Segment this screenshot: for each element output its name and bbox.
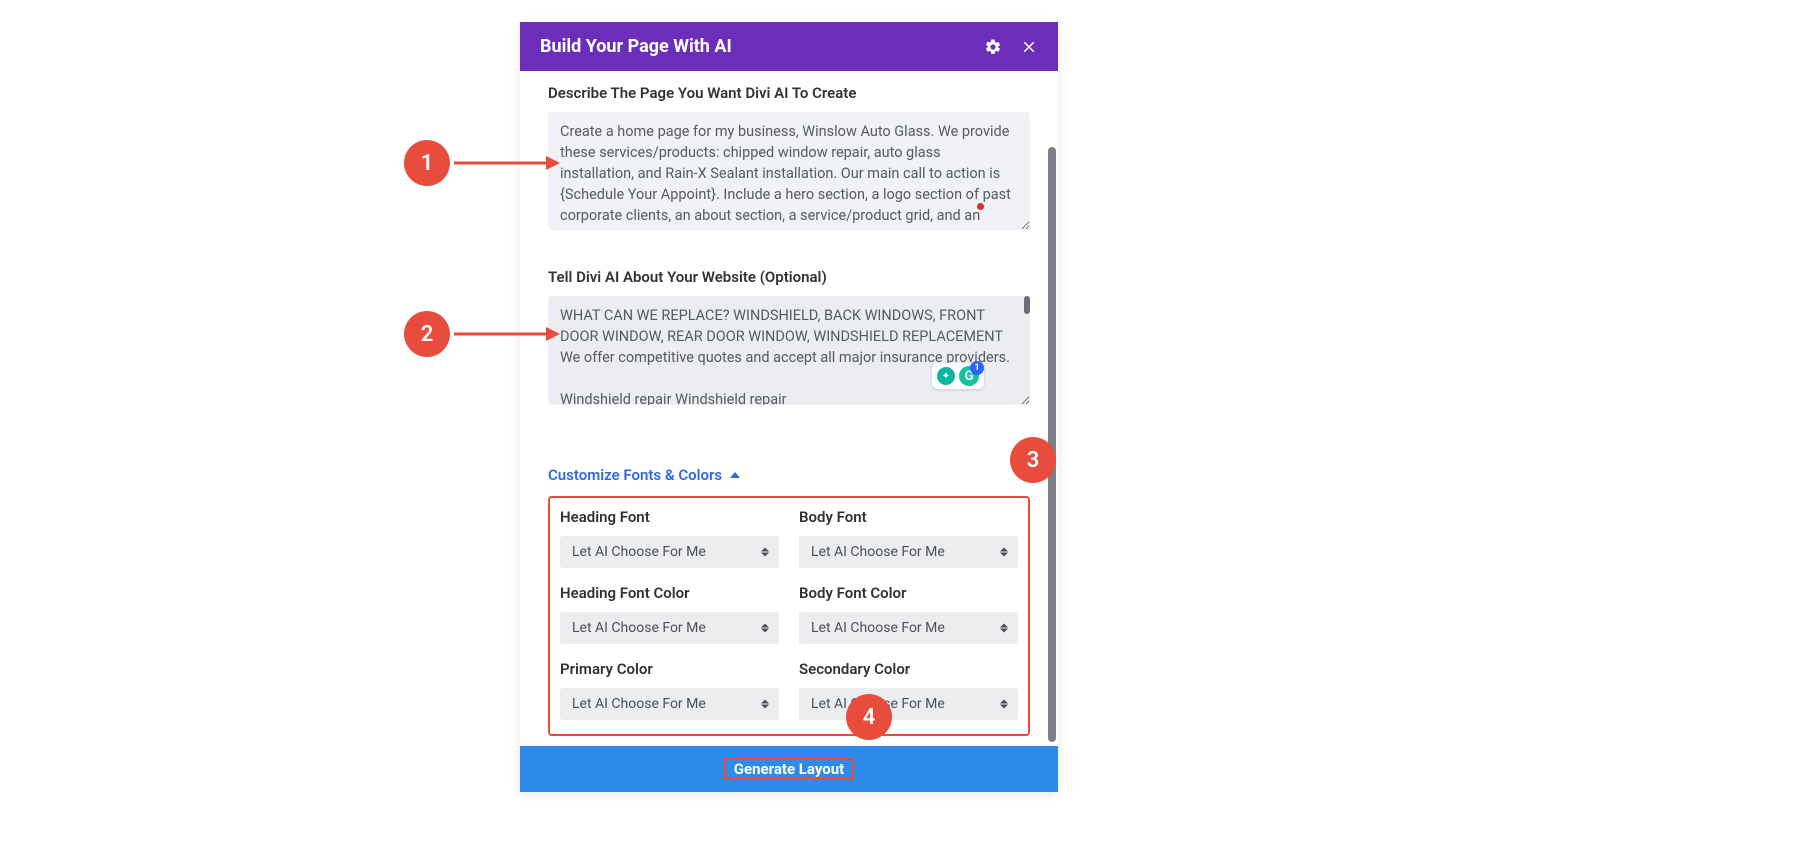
customize-label: Customize Fonts & Colors — [548, 466, 722, 484]
close-icon[interactable] — [1020, 38, 1038, 56]
describe-textarea-wrap — [548, 112, 1030, 234]
sort-icon — [1000, 548, 1008, 557]
generate-layout-button[interactable]: Generate Layout — [724, 758, 854, 780]
annotation-circle: 1 — [404, 140, 450, 186]
annotation-circle: 4 — [846, 694, 892, 740]
annotation-circle: 2 — [404, 311, 450, 357]
primary-color-label: Primary Color — [560, 660, 779, 678]
website-label: Tell Divi AI About Your Website (Optiona… — [548, 268, 1030, 286]
annotation-1: 1 — [404, 140, 560, 186]
ai-builder-modal: Build Your Page With AI Describe The Pag… — [520, 22, 1058, 792]
heading-font-color-label: Heading Font Color — [560, 584, 779, 602]
heading-font-color-select[interactable]: Let AI Choose For Me — [560, 612, 779, 644]
grammarly-badge: 1 — [970, 361, 984, 375]
body-font-color-group: Body Font Color Let AI Choose For Me — [799, 584, 1018, 644]
heading-font-label: Heading Font — [560, 508, 779, 526]
sort-icon — [761, 624, 769, 633]
sort-icon — [1000, 700, 1008, 709]
spell-error-dot-icon — [977, 203, 984, 210]
primary-color-select[interactable]: Let AI Choose For Me — [560, 688, 779, 720]
arrow-icon — [450, 322, 560, 346]
arrow-icon — [450, 151, 560, 175]
customize-fonts-toggle[interactable]: Customize Fonts & Colors — [548, 466, 740, 484]
inner-scrollbar[interactable] — [1024, 296, 1030, 314]
body-font-color-label: Body Font Color — [799, 584, 1018, 602]
secondary-color-group: Secondary Color Let AI Choose For Me — [799, 660, 1018, 720]
annotation-3: 3 — [1010, 437, 1056, 483]
annotation-4: 4 — [846, 694, 892, 740]
modal-header: Build Your Page With AI — [520, 22, 1058, 71]
fonts-colors-panel: Heading Font Let AI Choose For Me Body F… — [548, 496, 1030, 736]
body-font-select[interactable]: Let AI Choose For Me — [799, 536, 1018, 568]
describe-label: Describe The Page You Want Divi AI To Cr… — [548, 84, 1030, 102]
secondary-color-label: Secondary Color — [799, 660, 1018, 678]
annotation-circle: 3 — [1010, 437, 1056, 483]
sort-icon — [761, 700, 769, 709]
modal-body: Describe The Page You Want Divi AI To Cr… — [520, 71, 1058, 792]
heading-font-color-group: Heading Font Color Let AI Choose For Me — [560, 584, 779, 644]
grammarly-icon: G 1 — [959, 366, 979, 386]
modal-title: Build Your Page With AI — [540, 36, 732, 57]
body-font-label: Body Font — [799, 508, 1018, 526]
describe-textarea[interactable] — [548, 112, 1030, 230]
primary-color-group: Primary Color Let AI Choose For Me — [560, 660, 779, 720]
header-icons — [984, 38, 1038, 56]
sort-icon — [761, 548, 769, 557]
heading-font-group: Heading Font Let AI Choose For Me — [560, 508, 779, 568]
body-font-group: Body Font Let AI Choose For Me — [799, 508, 1018, 568]
annotation-2: 2 — [404, 311, 560, 357]
body-font-color-select[interactable]: Let AI Choose For Me — [799, 612, 1018, 644]
grammarly-widget[interactable]: ✦ G 1 — [932, 363, 984, 389]
website-textarea-wrap: ✦ G 1 — [548, 296, 1030, 409]
secondary-color-select[interactable]: Let AI Choose For Me — [799, 688, 1018, 720]
modal-footer: Generate Layout — [520, 746, 1058, 792]
sort-icon — [1000, 624, 1008, 633]
assistant-icon: ✦ — [937, 367, 955, 385]
caret-up-icon — [730, 472, 740, 478]
gear-icon[interactable] — [984, 38, 1002, 56]
heading-font-select[interactable]: Let AI Choose For Me — [560, 536, 779, 568]
